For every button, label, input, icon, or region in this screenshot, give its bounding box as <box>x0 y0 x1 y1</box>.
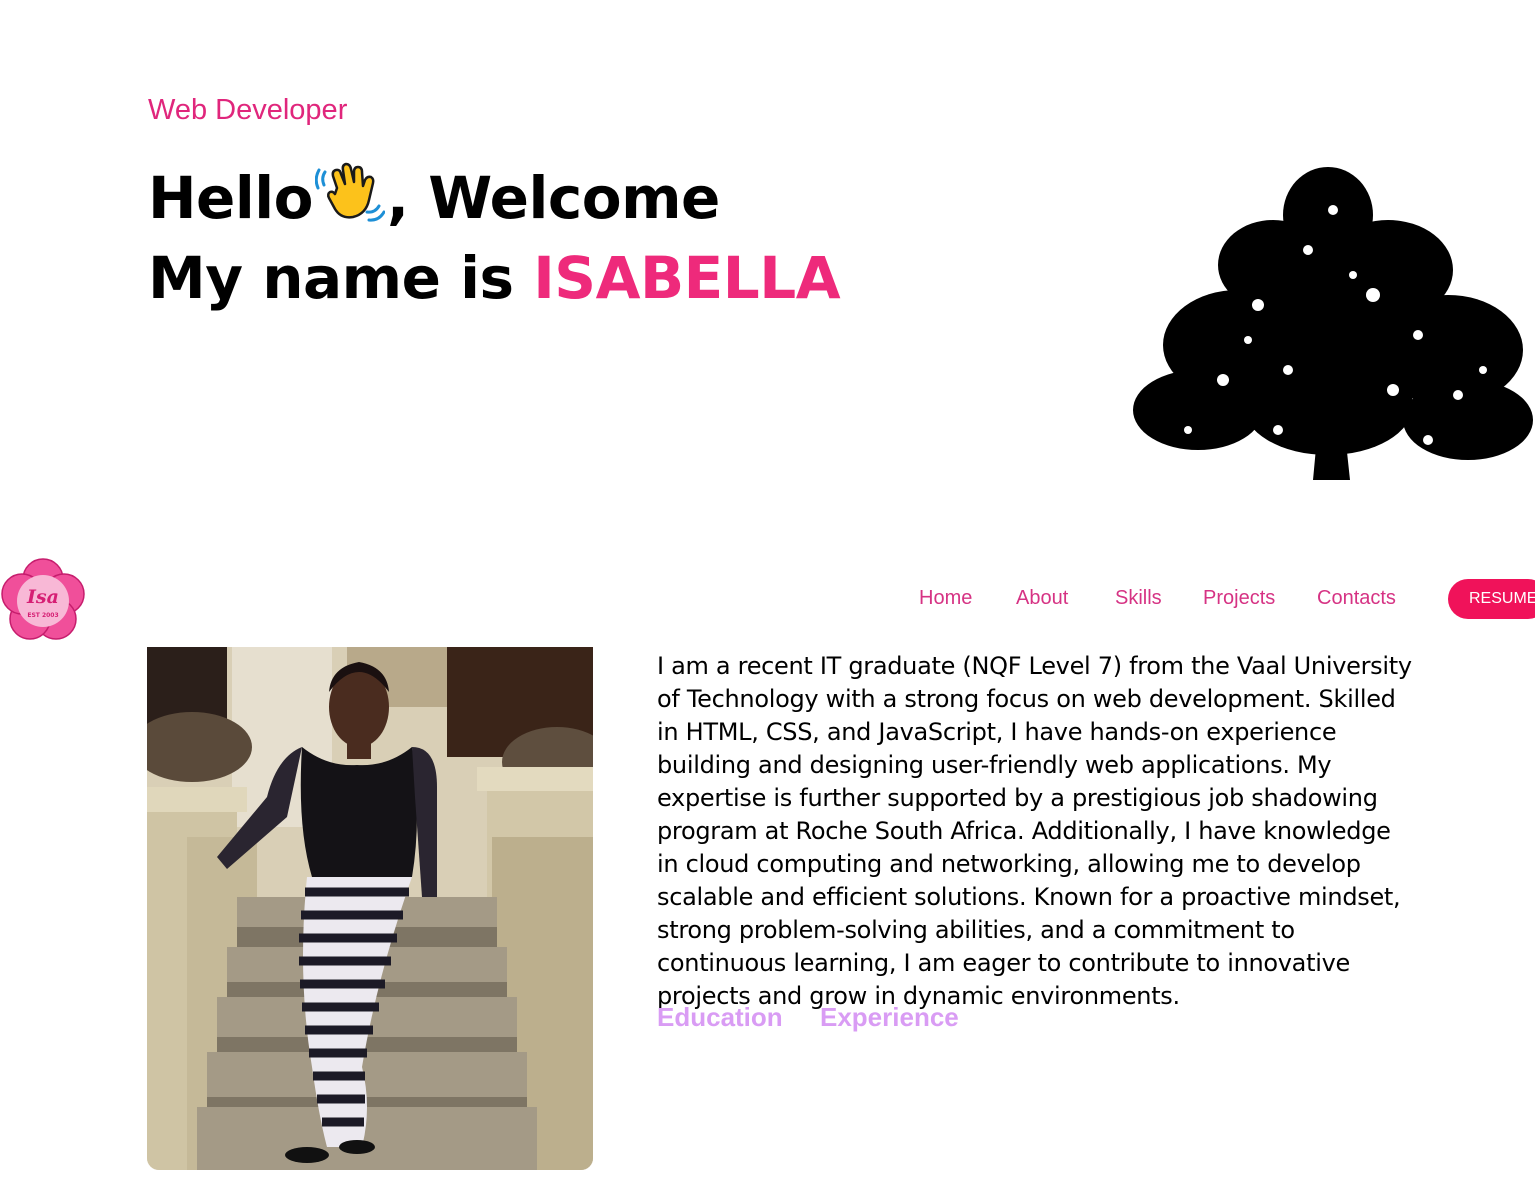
nav-projects[interactable]: Projects <box>1203 584 1275 612</box>
hero-subtitle: Web Developer <box>148 94 348 126</box>
tab-education[interactable]: Education <box>657 1000 783 1034</box>
nav-home[interactable]: Home <box>919 584 972 612</box>
nav-about[interactable]: About <box>1016 584 1068 612</box>
resume-button[interactable]: RESUME <box>1448 579 1535 619</box>
profile-photo <box>147 647 593 1170</box>
waving-hand-icon <box>314 158 386 228</box>
name-prefix: My name is <box>148 244 534 312</box>
hero-title: Hello , Welcome My name is ISABELLA <box>148 158 841 318</box>
hero-name: ISABELLA <box>533 244 841 312</box>
nav-skills[interactable]: Skills <box>1115 584 1162 612</box>
nav-contacts[interactable]: Contacts <box>1317 584 1396 612</box>
page: Web Developer Hello , Welcome My name is… <box>0 0 1535 1190</box>
tab-experience[interactable]: Experience <box>820 1000 959 1034</box>
main-nav: Home About Skills Projects Contacts <box>0 584 1535 616</box>
greeting-text: Hello <box>148 164 314 232</box>
greeting-suffix: , Welcome <box>387 164 720 232</box>
bio-text: I am a recent IT graduate (NQF Level 7) … <box>657 652 1412 1010</box>
tree-silhouette-icon <box>1128 155 1535 480</box>
